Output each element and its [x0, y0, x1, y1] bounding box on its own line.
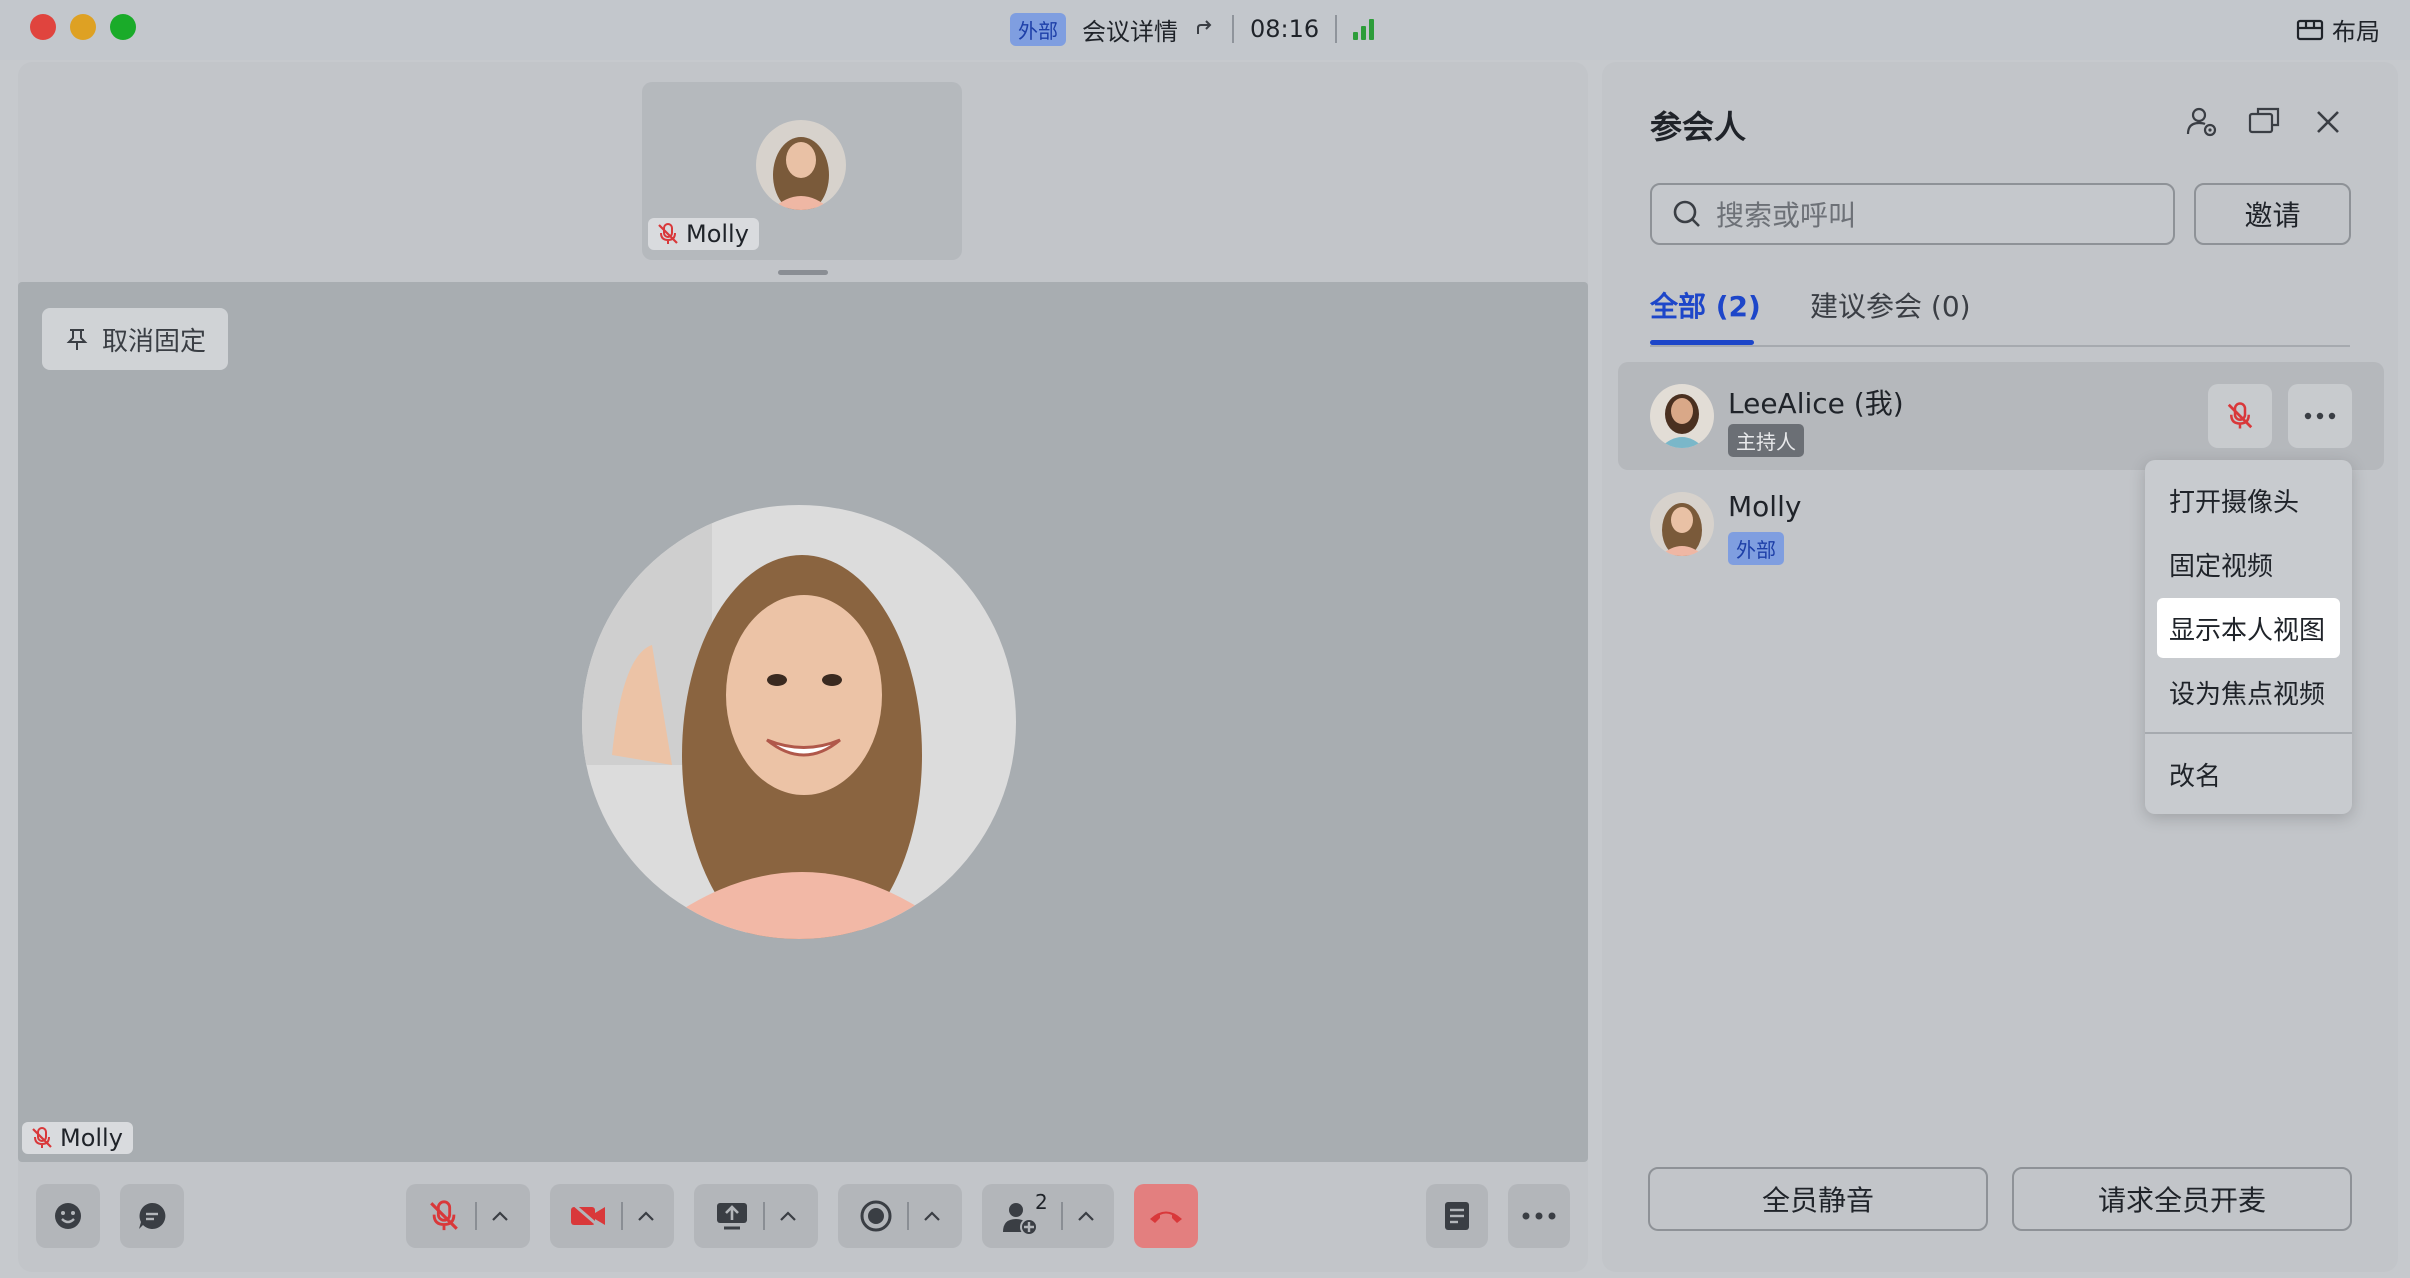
minimize-window-button[interactable] [70, 14, 96, 40]
record-control[interactable] [838, 1184, 962, 1248]
resize-handle[interactable] [778, 270, 828, 275]
search-icon [1673, 200, 1700, 227]
close-panel-icon[interactable] [2314, 108, 2342, 136]
panel-title: 参会人 [1650, 108, 1747, 146]
more-icon [1522, 1212, 1556, 1220]
thumbnail-name-chip: Molly [648, 218, 759, 250]
host-badge: 主持人 [1728, 424, 1804, 457]
mic-muted-icon [658, 223, 678, 244]
mute-all-button[interactable]: 全员静音 [1648, 1167, 1988, 1231]
menu-item-rename[interactable]: 改名 [2157, 744, 2340, 804]
chat-button[interactable] [120, 1184, 184, 1248]
layout-button[interactable]: 布局 [2296, 12, 2380, 47]
participants-count: 2 [1035, 1190, 1048, 1214]
meeting-details-link[interactable]: 会议详情 [1082, 12, 1178, 47]
layout-icon [2296, 19, 2324, 40]
chevron-up-icon[interactable] [779, 1210, 797, 1222]
toolbar-divider [621, 1202, 623, 1230]
participant-more-button[interactable] [2288, 384, 2352, 448]
share-icon[interactable] [1194, 18, 1216, 40]
leave-meeting-button[interactable] [1134, 1184, 1198, 1248]
request-unmute-all-button[interactable]: 请求全员开麦 [2012, 1167, 2352, 1231]
participant-context-menu: 打开摄像头 固定视频 显示本人视图 设为焦点视频 改名 [2145, 460, 2352, 814]
share-screen-control[interactable] [694, 1184, 818, 1248]
pin-icon [66, 329, 88, 350]
mic-muted-icon [32, 1127, 52, 1148]
participants-control[interactable]: 2 [982, 1184, 1114, 1248]
tab-all[interactable]: 全部 (2) [1650, 285, 1761, 325]
zoom-window-button[interactable] [110, 14, 136, 40]
participant-name: LeeAlice (我) [1728, 387, 1904, 420]
toolbar-divider [475, 1202, 477, 1230]
title-divider [1232, 15, 1234, 43]
tab-divider [1650, 345, 2350, 347]
avatar [1650, 384, 1714, 448]
notes-icon [1445, 1202, 1469, 1230]
menu-item-turn-on-camera[interactable]: 打开摄像头 [2157, 470, 2340, 530]
participant-avatar-large [582, 505, 1016, 939]
thumbnail-name: Molly [686, 220, 749, 248]
main-video-name-chip: Molly [22, 1122, 133, 1154]
reactions-button[interactable] [36, 1184, 100, 1248]
close-window-button[interactable] [30, 14, 56, 40]
hang-up-icon [1150, 1211, 1182, 1223]
unpin-button[interactable]: 取消固定 [42, 308, 229, 370]
layout-label: 布局 [2332, 18, 2380, 46]
active-tab-indicator [1650, 340, 1754, 345]
mute-participant-button[interactable] [2208, 384, 2272, 448]
avatar [1650, 492, 1714, 556]
search-placeholder: 搜索或呼叫 [1716, 199, 1857, 232]
external-badge: 外部 [1010, 12, 1066, 46]
chevron-up-icon[interactable] [637, 1210, 655, 1222]
participant-settings-icon[interactable] [2186, 106, 2218, 138]
meeting-timer: 08:16 [1250, 15, 1320, 43]
participant-search-input[interactable]: 搜索或呼叫 [1650, 183, 2175, 245]
mic-muted-icon [2227, 402, 2253, 429]
menu-item-set-focus-video[interactable]: 设为焦点视频 [2157, 662, 2340, 722]
record-icon [860, 1200, 892, 1232]
main-video-name: Molly [60, 1124, 123, 1152]
camera-control[interactable] [550, 1184, 674, 1248]
notes-button[interactable] [1426, 1184, 1488, 1248]
participant-name: Molly [1728, 490, 1802, 523]
more-icon [2304, 412, 2336, 420]
toolbar-divider [763, 1202, 765, 1230]
emoji-icon [55, 1203, 81, 1229]
title-divider [1335, 15, 1338, 43]
participant-thumbnail[interactable]: Molly [642, 82, 962, 260]
menu-item-show-self-view[interactable]: 显示本人视图 [2157, 598, 2340, 658]
chat-icon [139, 1202, 166, 1229]
thumbnail-avatar [756, 120, 846, 210]
microphone-control[interactable] [406, 1184, 530, 1248]
signal-strength-icon[interactable] [1353, 18, 1375, 40]
more-options-button[interactable] [1508, 1184, 1570, 1248]
toolbar-divider [1061, 1202, 1063, 1230]
camera-off-icon [571, 1201, 605, 1231]
pop-out-window-icon[interactable] [2248, 106, 2280, 136]
external-badge: 外部 [1728, 532, 1784, 565]
menu-divider [2145, 732, 2352, 734]
mic-muted-icon [430, 1200, 458, 1231]
menu-item-pin-video[interactable]: 固定视频 [2157, 534, 2340, 594]
chevron-up-icon[interactable] [491, 1210, 509, 1222]
chevron-up-icon[interactable] [923, 1210, 941, 1222]
tab-suggested[interactable]: 建议参会 (0) [1810, 285, 1971, 325]
invite-button[interactable]: 邀请 [2194, 183, 2351, 245]
chevron-up-icon[interactable] [1077, 1210, 1095, 1222]
share-screen-icon [717, 1203, 747, 1230]
meeting-title-area: 外部 会议详情 08:16 [1010, 12, 1375, 47]
toolbar-divider [907, 1202, 909, 1230]
unpin-label: 取消固定 [102, 326, 207, 357]
